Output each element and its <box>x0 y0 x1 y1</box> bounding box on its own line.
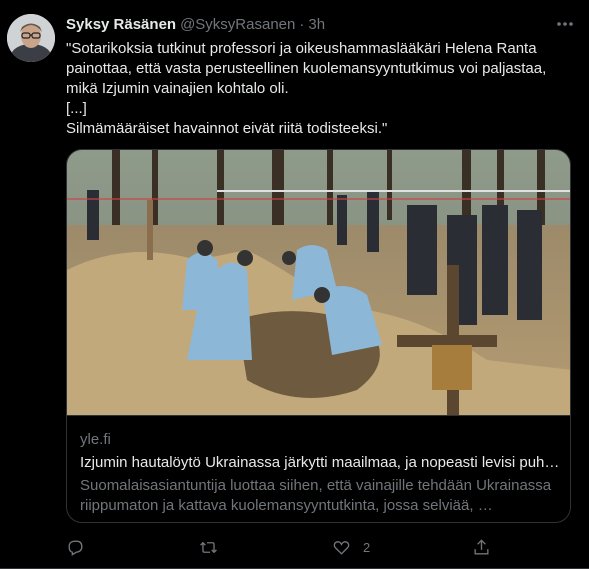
card-title: Izjumin hautalöytö Ukrainassa järkytti m… <box>80 454 560 471</box>
link-card[interactable]: yle.fi Izjumin hautalöytö Ukrainassa jär… <box>66 149 571 523</box>
separator-dot: · <box>299 16 305 33</box>
reply-button[interactable] <box>66 536 85 558</box>
tweet-header: Syksy Räsänen @SyksyRasanen · 3h <box>66 15 325 35</box>
tweet-text-line: [...] <box>66 100 87 117</box>
tweet-text-line: Silmämääräiset havainnot eivät riitä tod… <box>66 120 388 137</box>
more-options-icon[interactable] <box>554 14 576 34</box>
author-handle[interactable]: @SyksyRasanen <box>180 16 295 33</box>
share-button[interactable] <box>472 536 491 558</box>
card-description: Suomalaisasiantuntija luottaa siihen, et… <box>80 476 565 516</box>
tweet-text: "Sotarikoksia tutkinut professori ja oik… <box>66 39 566 139</box>
card-description-line: riippumaton ja kattava kuolemansyyntutki… <box>80 497 493 514</box>
card-domain: yle.fi <box>80 431 111 448</box>
card-info[interactable]: yle.fi Izjumin hautalöytö Ukrainassa jär… <box>67 415 570 522</box>
tweet-text-line: painottaa, että vasta perusteellinen kuo… <box>66 60 547 77</box>
card-description-line: Suomalaisasiantuntija luottaa siihen, et… <box>80 477 552 494</box>
like-icon <box>333 540 350 555</box>
tweet-time[interactable]: 3h <box>308 16 325 33</box>
retweet-button[interactable] <box>199 536 218 558</box>
avatar[interactable] <box>7 14 55 62</box>
like-button[interactable]: 2 <box>332 536 370 558</box>
tweet[interactable]: Syksy Räsänen @SyksyRasanen · 3h "Sotarikok… <box>0 0 589 569</box>
tweet-text-line: mikä Izjumin vainajien kohtalo oli. <box>66 80 289 97</box>
share-icon <box>474 538 489 555</box>
retweet-icon <box>200 541 217 553</box>
action-bar: 2 <box>0 536 589 558</box>
like-count: 2 <box>363 539 371 555</box>
card-image[interactable] <box>67 150 571 415</box>
reply-icon <box>68 539 83 556</box>
author-name[interactable]: Syksy Räsänen <box>66 16 176 33</box>
tweet-text-line: "Sotarikoksia tutkinut professori ja oik… <box>66 40 537 57</box>
